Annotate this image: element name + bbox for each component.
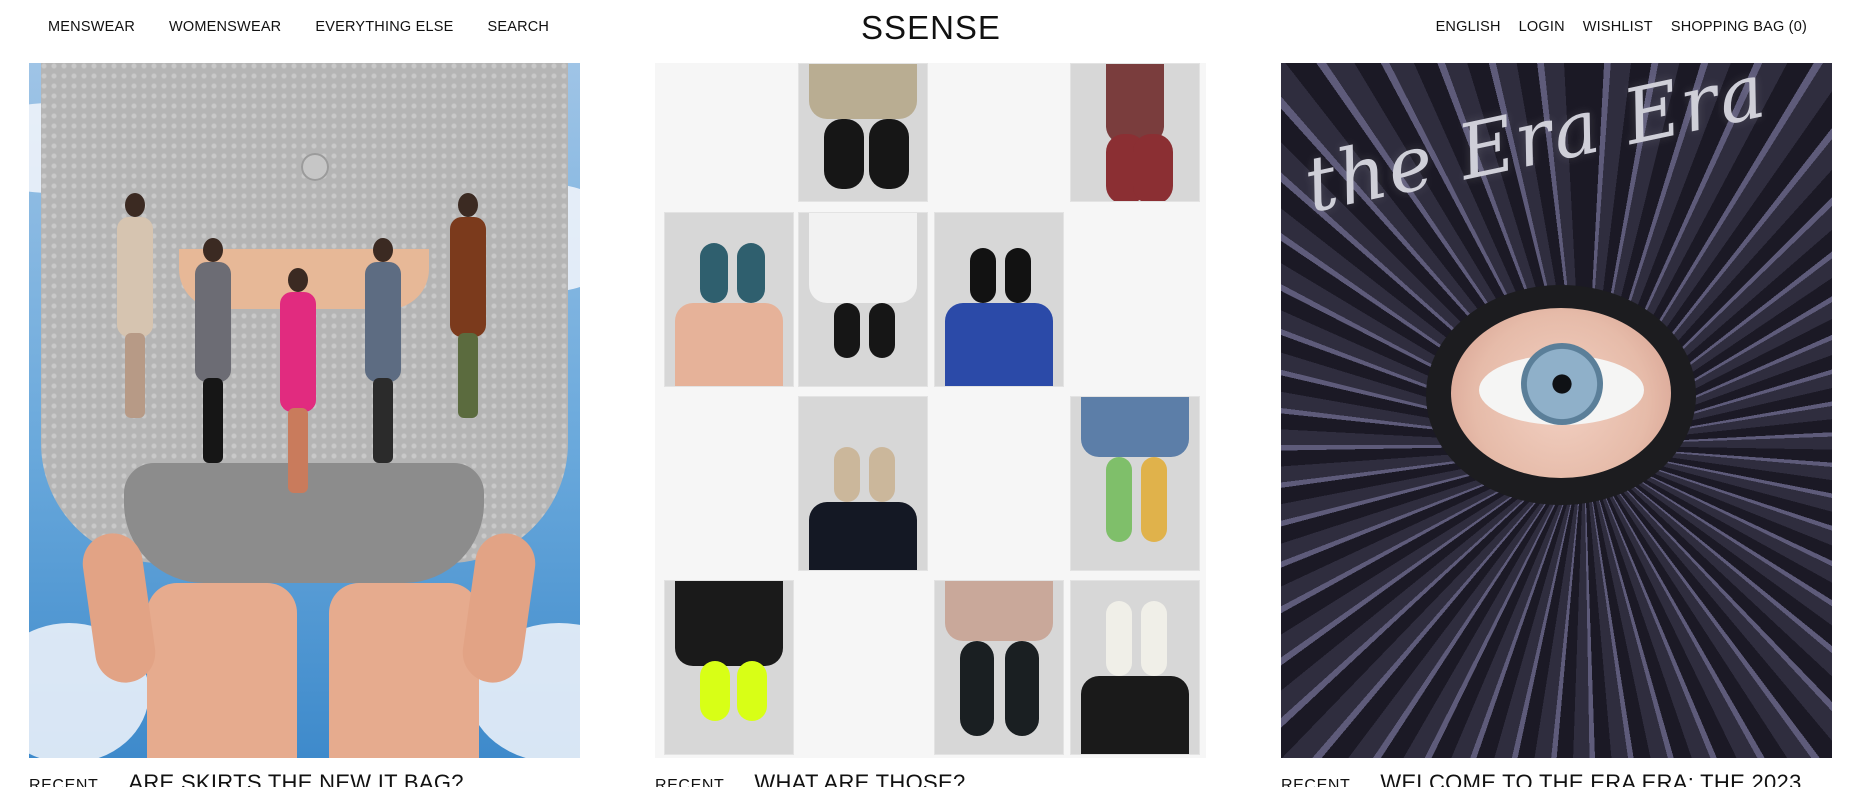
- editorial-card-footwear-grid[interactable]: [655, 63, 1206, 758]
- model-figure: [444, 193, 492, 423]
- caption-title[interactable]: WHAT ARE THOSE?: [754, 770, 965, 787]
- shoe-photo-tile: [664, 212, 794, 387]
- card-caption[interactable]: RECENT WHAT ARE THOSE?: [655, 770, 1215, 787]
- shoe-photo-tile: [664, 580, 794, 755]
- model-figure: [111, 193, 159, 423]
- left-leg: [147, 583, 297, 758]
- top-navigation-bar: MENSWEAR WOMENSWEAR EVERYTHING ELSE SEAR…: [0, 0, 1862, 56]
- editorial-card-era-image[interactable]: the Era Era: [1281, 63, 1832, 758]
- caption-title[interactable]: WELCOME TO THE ERA ERA: THE 2023: [1380, 770, 1801, 787]
- card-caption[interactable]: RECENT ARE SKIRTS THE NEW IT BAG?: [29, 770, 589, 787]
- caption-tag: RECENT: [29, 777, 99, 787]
- iris: [1521, 343, 1603, 425]
- editorial-card-skirts-image[interactable]: [29, 63, 580, 758]
- shoe-photo-tile: [798, 212, 928, 387]
- right-leg: [329, 583, 479, 758]
- shopping-bag-link[interactable]: SHOPPING BAG (0): [1671, 19, 1807, 35]
- model-figure: [189, 238, 237, 468]
- account-nav: ENGLISH LOGIN WISHLIST SHOPPING BAG (0): [1436, 19, 1807, 35]
- caption-tag: RECENT: [1281, 777, 1351, 787]
- shoe-photo-tile: [1070, 396, 1200, 571]
- shoe-photo-tile: [798, 63, 928, 202]
- model-figure: [274, 268, 322, 498]
- model-figure: [359, 238, 407, 468]
- card-caption[interactable]: RECENT WELCOME TO THE ERA ERA: THE 2023: [1281, 770, 1862, 787]
- jacket-button: [301, 153, 329, 181]
- shoe-photo-tile: [934, 212, 1064, 387]
- login-link[interactable]: LOGIN: [1519, 19, 1565, 35]
- shoe-photo-tile: [1070, 63, 1200, 202]
- language-link[interactable]: ENGLISH: [1436, 19, 1501, 35]
- wishlist-link[interactable]: WISHLIST: [1583, 19, 1653, 35]
- shoe-photo-tile: [934, 580, 1064, 755]
- shoe-photo-tile: [798, 396, 928, 571]
- caption-tag: RECENT: [655, 777, 725, 787]
- caption-title[interactable]: ARE SKIRTS THE NEW IT BAG?: [128, 770, 463, 787]
- shoe-photo-tile: [1070, 580, 1200, 755]
